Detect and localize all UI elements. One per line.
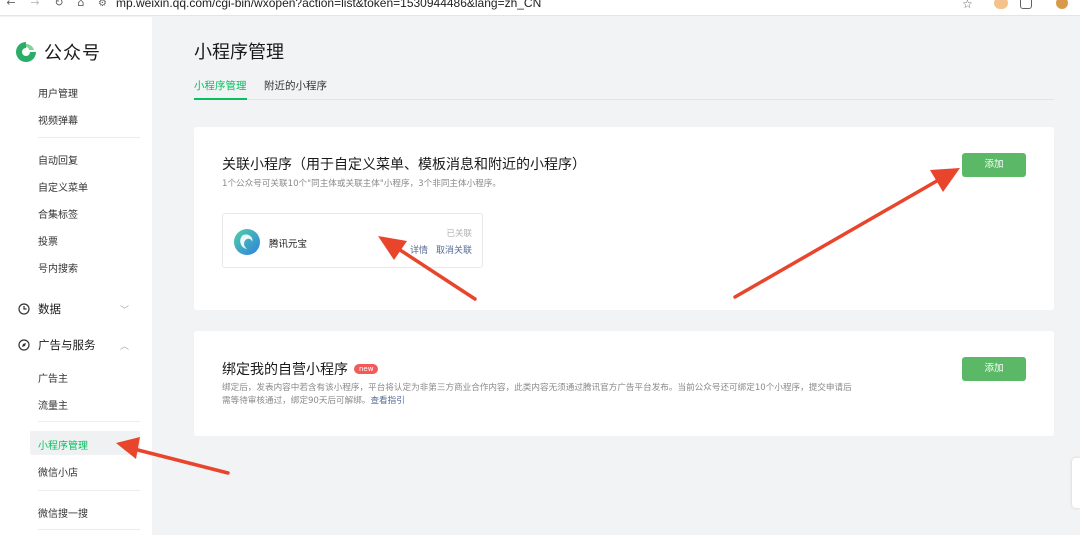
sidebar-group-label: 数据 bbox=[38, 302, 61, 316]
card-title: 绑定我的自营小程序 new bbox=[222, 359, 379, 379]
sidebar-divider bbox=[38, 529, 140, 530]
card-title: 关联小程序（用于自定义菜单、模板消息和附近的小程序） bbox=[222, 157, 586, 173]
sidebar-divider bbox=[38, 421, 140, 422]
sidebar-item-in-account-search[interactable]: 号内搜索 bbox=[38, 260, 78, 275]
logo-text: 公众号 bbox=[44, 43, 101, 64]
back-icon[interactable]: ← bbox=[2, 0, 20, 9]
reload-icon[interactable]: ↻ bbox=[50, 0, 68, 9]
card-description: 1个公众号可关联10个"同主体或关联主体"小程序，3个非同主体小程序。 bbox=[222, 179, 501, 189]
profile-avatar-icon[interactable] bbox=[1056, 0, 1068, 9]
compass-icon bbox=[18, 339, 30, 351]
home-icon[interactable]: ⌂ bbox=[72, 0, 90, 9]
app-actions: 详情 取消关联 bbox=[410, 243, 472, 256]
logo[interactable]: 公众号 bbox=[14, 39, 101, 65]
own-mini-program-card: 绑定我的自营小程序 new 绑定后，发表内容中若含有该小程序，平台将认定为非第三方… bbox=[194, 331, 1054, 436]
linked-app-item: 腾讯元宝 已关联 详情 取消关联 bbox=[222, 213, 483, 268]
sidebar-divider bbox=[38, 490, 140, 491]
sidebar-item-publisher[interactable]: 流量主 bbox=[38, 397, 68, 412]
sidebar: 公众号 用户管理 视频弹幕 自动回复 自定义菜单 合集标签 投票 号内搜索 数据… bbox=[0, 17, 152, 535]
wechat-official-logo-icon bbox=[15, 41, 37, 63]
forward-icon[interactable]: → bbox=[26, 0, 44, 9]
sidebar-group-data[interactable]: 数据 ﹀ bbox=[18, 301, 129, 317]
card-title-text: 绑定我的自营小程序 bbox=[222, 362, 348, 378]
sidebar-item-auto-reply[interactable]: 自动回复 bbox=[38, 152, 78, 167]
clock-icon bbox=[18, 303, 30, 315]
sidebar-item-wechat-shop[interactable]: 微信小店 bbox=[38, 464, 78, 479]
address-bar[interactable]: mp.weixin.qq.com/cgi-bin/wxopen?action=l… bbox=[116, 0, 541, 10]
floating-side-tab[interactable] bbox=[1072, 458, 1080, 508]
chevron-up-icon: ︿ bbox=[120, 341, 130, 352]
sidebar-item-user-management[interactable]: 用户管理 bbox=[38, 85, 78, 100]
sidebar-item-video-danmaku[interactable]: 视频弹幕 bbox=[38, 112, 78, 127]
extensions-puzzle-icon[interactable] bbox=[1020, 0, 1032, 9]
sidebar-divider bbox=[38, 137, 140, 138]
bookmark-star-icon[interactable]: ☆ bbox=[962, 0, 973, 11]
description-line: 绑定后，发表内容中若含有该小程序，平台将认定为非第三方商业合作内容，此类内容无须… bbox=[222, 383, 852, 393]
card-description: 绑定后，发表内容中若含有该小程序，平台将认定为非第三方商业合作内容，此类内容无须… bbox=[222, 382, 852, 408]
sidebar-item-advertiser[interactable]: 广告主 bbox=[38, 370, 68, 385]
sidebar-item-wechat-search[interactable]: 微信搜一搜 bbox=[38, 505, 88, 520]
sidebar-item-mini-program-management[interactable]: 小程序管理 bbox=[38, 437, 88, 452]
link-status-label: 已关联 bbox=[446, 229, 472, 239]
description-line-2: 需等待审核通过，绑定90天后可解绑。查看指引 bbox=[222, 396, 405, 406]
add-own-mini-program-button[interactable]: 添加 bbox=[962, 357, 1026, 381]
unlink-link[interactable]: 取消关联 bbox=[436, 246, 472, 256]
linked-mini-program-card: 关联小程序（用于自定义菜单、模板消息和附近的小程序） 1个公众号可关联10个"同… bbox=[194, 127, 1054, 310]
sidebar-item-collection-tags[interactable]: 合集标签 bbox=[38, 206, 78, 221]
site-info-icon[interactable]: ⚙ bbox=[98, 0, 107, 9]
yuanbao-app-icon bbox=[234, 229, 260, 255]
sidebar-item-custom-menu[interactable]: 自定义菜单 bbox=[38, 179, 88, 194]
browser-toolbar: ← → ↻ ⌂ ⚙ mp.weixin.qq.com/cgi-bin/wxope… bbox=[0, 0, 1080, 16]
sidebar-item-vote[interactable]: 投票 bbox=[38, 233, 58, 248]
tab-mini-program-management[interactable]: 小程序管理 bbox=[194, 78, 247, 100]
new-badge: new bbox=[354, 364, 379, 374]
tab-bar: 小程序管理 附近的小程序 bbox=[194, 78, 1054, 100]
sidebar-group-label: 广告与服务 bbox=[38, 338, 96, 352]
view-guide-link[interactable]: 查看指引 bbox=[370, 396, 404, 406]
add-linked-mini-program-button[interactable]: 添加 bbox=[962, 153, 1026, 177]
sidebar-group-ads-services[interactable]: 广告与服务 ︿ bbox=[18, 337, 129, 353]
chevron-down-icon: ﹀ bbox=[120, 305, 130, 316]
tab-nearby-mini-programs[interactable]: 附近的小程序 bbox=[264, 78, 327, 100]
extension-icon[interactable] bbox=[994, 0, 1008, 9]
page-title: 小程序管理 bbox=[194, 42, 284, 63]
app-name: 腾讯元宝 bbox=[269, 239, 308, 250]
detail-link[interactable]: 详情 bbox=[410, 246, 428, 256]
